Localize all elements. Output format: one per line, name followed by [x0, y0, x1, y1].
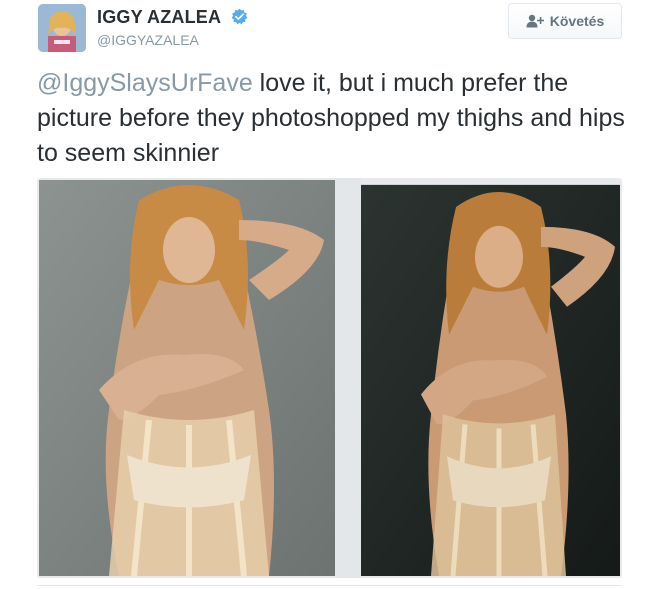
- add-user-icon: [526, 14, 544, 28]
- mention-link[interactable]: @IggySlaysUrFave: [37, 69, 253, 97]
- media-container: [37, 178, 622, 578]
- screen-name[interactable]: @IGGYAZALEA: [97, 32, 199, 48]
- display-name[interactable]: IGGY AZALEA: [97, 7, 221, 28]
- photo-edited[interactable]: [361, 184, 620, 576]
- photo-original[interactable]: [39, 180, 335, 576]
- verified-badge-icon: [231, 8, 248, 25]
- bottom-divider: [37, 585, 622, 586]
- photo-gap: [335, 178, 361, 578]
- follow-button-label: Követés: [549, 13, 605, 29]
- tweet-text: @IggySlaysUrFave love it, but i much pre…: [37, 66, 627, 171]
- avatar[interactable]: [38, 4, 86, 52]
- follow-button[interactable]: Követés: [508, 3, 622, 39]
